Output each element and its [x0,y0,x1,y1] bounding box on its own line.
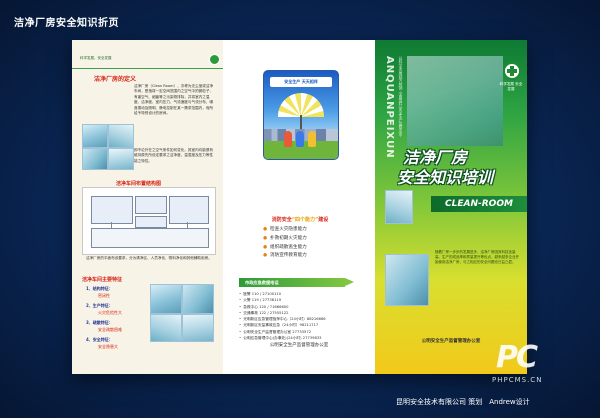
diagram-room [135,216,167,228]
capability-item: ● 检查火灾隐患能力 [263,227,307,232]
feature-value: 火灾危险性大 [98,310,122,315]
section3-title: 洁净车间主要特征 [82,277,123,283]
section1-title: 洁净厂房的定义 [94,76,137,83]
section2-body: 洁净厂房的平面布设要求，分为清净区、人员净化、物料净化和其他辅助用房。 [86,256,212,260]
middle-panel: 安全生产 天天相伴 消防安全“四个能力”建设 ● 检查火灾隐患能力 ● 扑救初期火灾… [223,40,375,374]
capability-headline: 消防安全“四个能力”建设 [271,217,329,223]
capability-item: ● 组织疏散逃生能力 [263,244,307,250]
clean-room-banner: CLEAN-ROOM [431,196,527,212]
cleanroom-photo [82,148,108,170]
feature-item: 1、结构特征： [86,286,113,291]
child-figure [308,131,316,147]
feature-item: 2、生产特征： [86,303,113,308]
diagram-line [187,222,188,228]
brand-logo: PC [496,340,558,376]
feature-item: 4、安全特征： [86,337,113,342]
left-panel: 科学发展，安全发展 洁净厂房的定义 洁净厂房（Clean Room），亦称为无尘… [72,40,223,374]
logo-caption: 科学发展 安全发展 [499,82,523,91]
safety-poster: 安全生产 天天相伴 [263,70,339,160]
layout-diagram [82,187,216,255]
diagram-line [111,222,112,228]
brochure: 科学发展，安全发展 洁净厂房的定义 洁净厂房（Clean Room），亦称为无尘… [72,40,527,374]
umbrella-icon [278,93,324,117]
brand-url: PHPCMS.CN [492,376,543,384]
poster-title: 安全生产 天天相伴 [270,77,332,87]
emergency-title: 市政应急救援电话 [239,278,354,287]
feature-value: 安全隐患大 [98,344,118,349]
safety-cross-logo-icon [503,62,521,80]
diagram-room [169,196,209,224]
cover-cleanroom-photo [385,254,429,306]
left-header-text: 科学发展，安全发展 [80,56,112,60]
cover-note: 随着厂房一步步的发展进步、洁净厂房因其科技含量高、生产的成品率和质量提升等优点，… [435,250,519,265]
cleanroom-photo [108,124,134,148]
capability-list: ● 检查火灾隐患能力 ● 扑救初期火灾能力 ● 组织疏散逃生能力 ● 消防宣传教育能力 [263,226,343,261]
cleanroom-photo [182,284,214,314]
cover-title-line2: 安全知识培训 [397,168,494,187]
section1-body2: 即不论外在之空气条件如何变化，其室内均能俱有维持原先所设定要求之洁净度、温湿度及… [134,148,214,163]
cleanroom-photo [150,314,182,342]
emergency-row: • 公明应急管理中心(办事处)(24小时) 27739833 [239,336,322,341]
section1-body: 洁净厂房（Clean Room），亦称为无尘室或洁净车间，是指将一定空间范围内之… [134,84,214,116]
brand-logo-text: PC [496,340,538,375]
section2-title: 洁净车间布置结构图 [116,181,162,187]
cleanroom-photo [108,148,134,170]
diagram-room [135,196,167,214]
vertical-english-text: ANQUANPEIXUN [384,56,395,159]
diagram-room [91,196,133,224]
cleanroom-photo [82,124,108,148]
child-figure [284,131,292,147]
safety-logo-icon [209,54,220,65]
cover-photo [407,56,503,146]
feature-value: 密闭性 [98,293,110,298]
capability-item: ● 扑救初期火灾能力 [263,235,307,241]
credit-line: 昆明安全技术有限公司 策划 Andrew设计 [396,398,530,406]
cover-panel: ANQUANPEIXUN 以科学发展观为统领 全面提升安全生产监管水平 科学发展… [375,40,527,374]
emergency-list: • 匪警 110 / 27100110 • 火警 119 / 27738119 • 急… [239,291,369,341]
middle-footer: 公明安全生产监督管理办公室 [269,343,329,348]
page-title: 洁净厂房安全知识折页 [14,18,119,29]
cleanroom-photo [150,284,182,314]
cover-worker-photo [385,190,413,224]
capability-item: ● 消防宣传教育能力 [263,253,307,259]
feature-item: 3、疏散特征： [86,320,113,325]
diagram-corridor [91,228,209,248]
child-figure [296,131,304,147]
feature-value: 安全疏散困难 [98,327,122,332]
cleanroom-photo [182,314,214,342]
